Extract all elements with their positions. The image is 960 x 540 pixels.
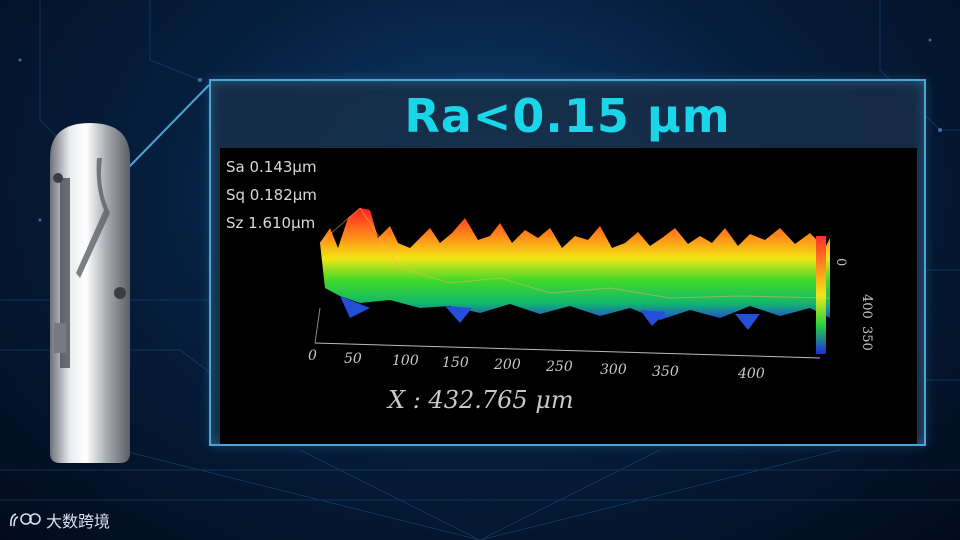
colorbar-tick: 350 xyxy=(859,326,874,351)
x-tick: 50 xyxy=(344,351,362,367)
colorbar-tick: 400 xyxy=(859,294,874,319)
x-axis-label: X : 432.765 μm xyxy=(388,386,574,414)
surface-roughness-plot: Sa 0.143μm Sq 0.182μm Sz 1.610μm 0 50 10… xyxy=(220,148,917,444)
x-tick: 100 xyxy=(392,353,419,369)
brand-logo: 大数跨境 xyxy=(8,508,110,532)
x-tick: 400 xyxy=(738,366,765,382)
x-tick: 150 xyxy=(442,355,469,371)
x-tick: 350 xyxy=(652,364,679,380)
brand-logo-text: 大数跨境 xyxy=(46,512,111,531)
brand-logo-icon xyxy=(10,513,41,527)
colorbar-tick: 0 xyxy=(833,258,848,267)
x-tick: 250 xyxy=(546,359,573,375)
x-tick: 200 xyxy=(494,357,521,373)
metal-cylinder-part-image xyxy=(50,123,130,463)
x-tick: 0 xyxy=(308,348,317,364)
colorbar xyxy=(816,236,826,354)
panel-title: Ra<0.15 μm xyxy=(404,89,731,143)
x-tick: 300 xyxy=(600,362,627,378)
